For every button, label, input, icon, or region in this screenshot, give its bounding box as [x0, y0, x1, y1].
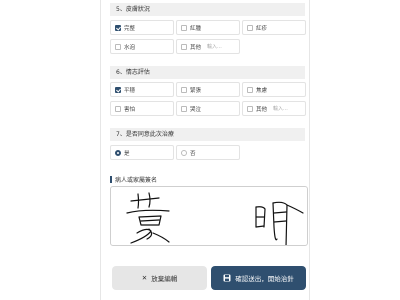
option-label: 否	[190, 150, 196, 157]
checkbox-icon	[247, 24, 253, 31]
label-accent-bar	[110, 176, 112, 183]
checkbox-icon	[247, 86, 253, 93]
section-header-consent: 7、是否同意此次治療	[110, 128, 305, 141]
option-label: 害怕	[124, 106, 136, 113]
signature-label-text: 病人或家屬簽名	[115, 177, 158, 184]
option-label: 哭泣	[190, 106, 202, 113]
other-text-input[interactable]: 輸入...	[273, 105, 288, 112]
option-emotion-other[interactable]: 其他 輸入...	[242, 101, 306, 116]
option-emotion-nervous[interactable]: 緊張	[176, 82, 240, 97]
option-skin-blister[interactable]: 水泡	[110, 39, 174, 54]
other-text-input[interactable]: 輸入...	[207, 43, 222, 50]
option-label: 平穩	[124, 87, 136, 94]
option-label: 紅疹	[256, 25, 268, 32]
option-skin-other[interactable]: 其他 輸入...	[176, 39, 240, 54]
checkbox-icon	[115, 105, 121, 112]
panel-border-left	[100, 0, 101, 300]
option-consent-no[interactable]: 否	[176, 145, 240, 160]
option-label: 焦慮	[256, 87, 268, 94]
checkbox-icon	[115, 43, 121, 50]
radio-icon	[181, 149, 187, 156]
option-label: 其他	[190, 44, 202, 51]
option-skin-redness[interactable]: 紅腫	[176, 20, 240, 35]
option-consent-yes[interactable]: 是	[110, 145, 174, 160]
checkbox-checked-icon	[115, 24, 121, 31]
cancel-edit-button[interactable]: ✕ 放棄編輯	[112, 266, 207, 290]
save-icon	[223, 274, 231, 282]
confirm-submit-label: 確認送出，開始治針	[235, 275, 294, 283]
close-icon: ✕	[141, 274, 148, 282]
option-label: 其他	[256, 106, 268, 113]
signature-label: 病人或家屬簽名	[110, 175, 157, 184]
signature-pad[interactable]	[110, 186, 308, 246]
option-emotion-calm[interactable]: 平穩	[110, 82, 174, 97]
cancel-edit-label: 放棄編輯	[151, 275, 178, 283]
option-skin-intact[interactable]: 完整	[110, 20, 174, 35]
checkbox-icon	[181, 43, 187, 50]
checkbox-icon	[181, 86, 187, 93]
checkbox-icon	[181, 24, 187, 31]
option-label: 紅腫	[190, 25, 202, 32]
option-label: 是	[124, 150, 130, 157]
option-skin-rash[interactable]: 紅疹	[242, 20, 306, 35]
option-emotion-afraid[interactable]: 害怕	[110, 101, 174, 116]
radio-selected-icon	[115, 149, 121, 156]
option-emotion-anxious[interactable]: 焦慮	[242, 82, 306, 97]
section-header-skin: 5、皮膚狀況	[110, 3, 305, 16]
checkbox-icon	[181, 105, 187, 112]
panel-border-right	[309, 0, 310, 300]
option-label: 緊張	[190, 87, 202, 94]
checkbox-checked-icon	[115, 86, 121, 93]
section-header-emotion: 6、情志評估	[110, 66, 305, 79]
option-label: 完整	[124, 25, 136, 32]
option-label: 水泡	[124, 44, 136, 51]
option-emotion-crying[interactable]: 哭泣	[176, 101, 240, 116]
checkbox-icon	[247, 105, 253, 112]
handwritten-signature	[126, 192, 304, 245]
confirm-submit-button[interactable]: 確認送出，開始治針	[211, 266, 306, 290]
